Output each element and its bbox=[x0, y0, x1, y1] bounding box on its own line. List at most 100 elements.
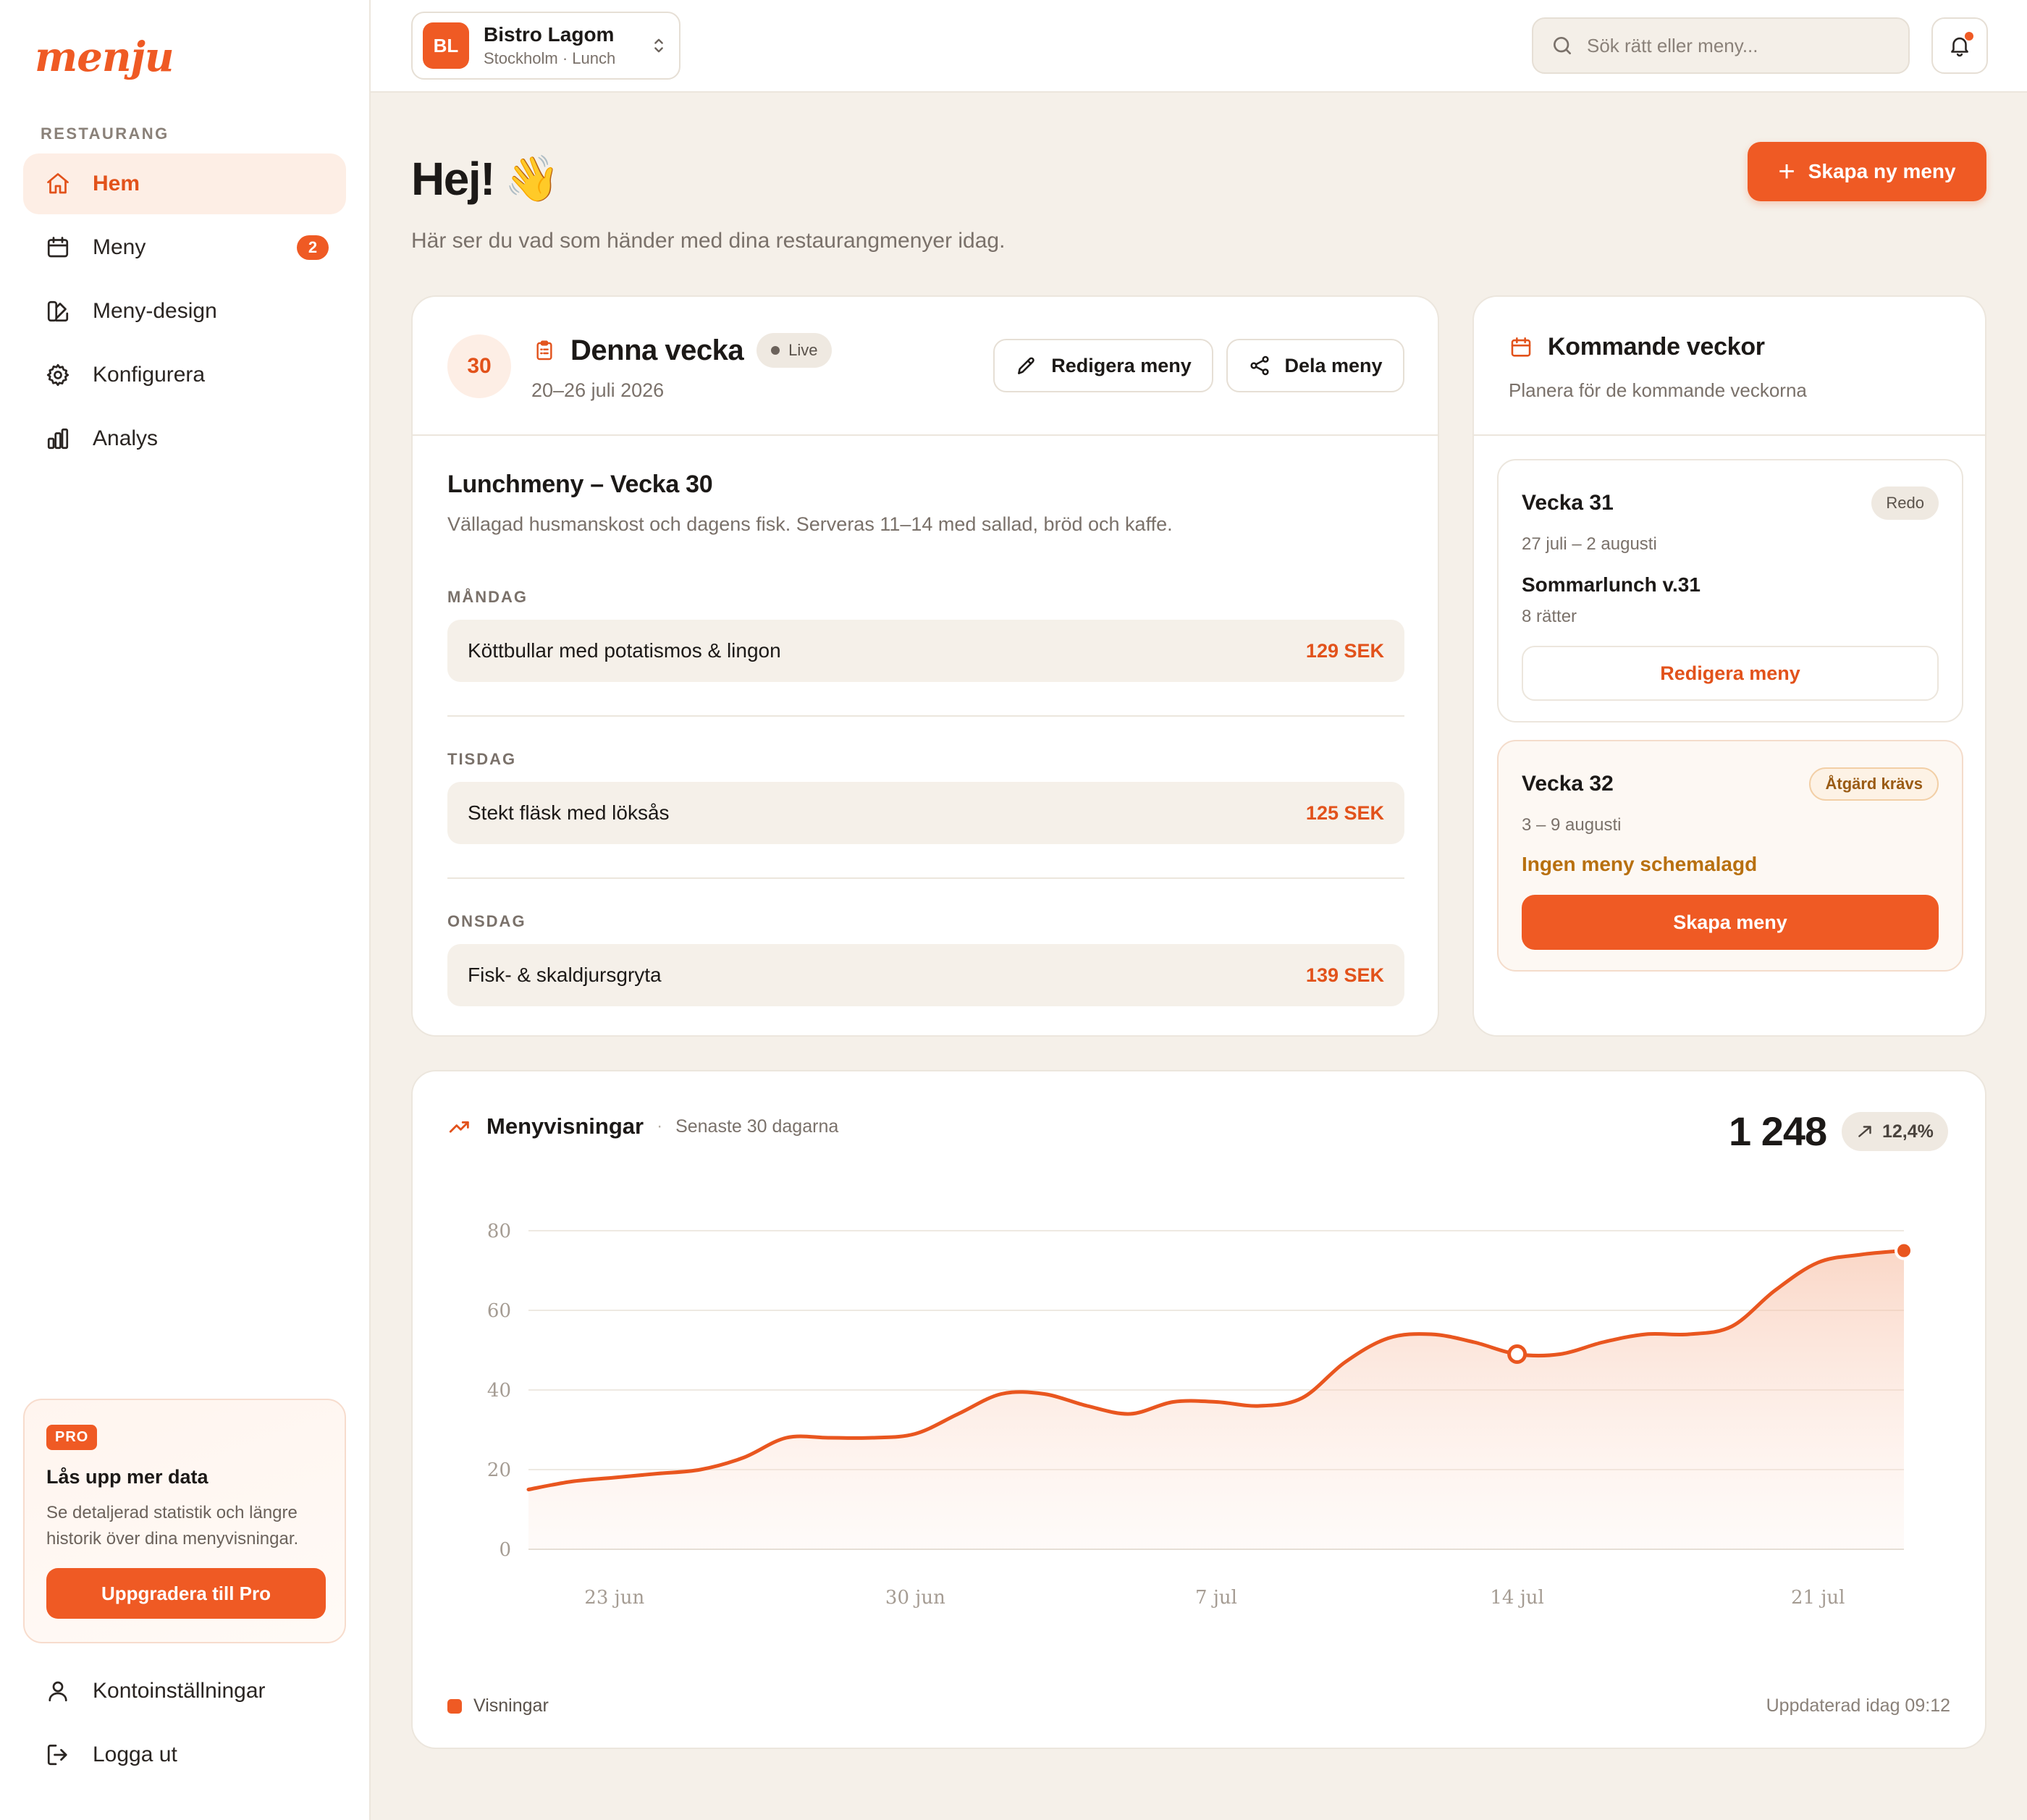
sidebar-bottom: Kontoinställningar Logga ut bbox=[23, 1661, 346, 1788]
search-box[interactable] bbox=[1532, 17, 1910, 74]
pencil-icon bbox=[1018, 357, 1034, 374]
sidebar-item-meny[interactable]: Meny 2 bbox=[23, 217, 346, 278]
week-card-menu-name: Sommarlunch v.31 bbox=[1522, 573, 1701, 596]
calendar-icon bbox=[43, 233, 72, 262]
create-new-menu-label: Skapa ny meny bbox=[1808, 160, 1956, 182]
no-menu-warning: Ingen meny schemalagd bbox=[1522, 853, 1758, 875]
edit-menu-button[interactable]: Redigera meny bbox=[993, 339, 1213, 392]
waving-hand-icon: 👋 bbox=[504, 153, 560, 204]
share-menu-label: Dela meny bbox=[1284, 354, 1383, 376]
sidebar-item-logga-ut[interactable]: Logga ut bbox=[23, 1724, 346, 1785]
x-tick-label: 23 jun bbox=[584, 1587, 644, 1609]
total-views: 1 248 bbox=[1729, 1108, 1827, 1154]
palette-icon bbox=[43, 297, 72, 326]
menju-logo[interactable]: menju bbox=[35, 33, 174, 81]
edit-menu-label: Redigera meny bbox=[1051, 354, 1192, 376]
sidebar-item-konfigurera[interactable]: Konfigurera bbox=[23, 345, 346, 405]
search-icon bbox=[1554, 37, 1571, 54]
edit-menu-button[interactable]: Redigera meny bbox=[1522, 646, 1939, 701]
sidebar-item-label: Analys bbox=[93, 426, 159, 450]
trending-up-icon bbox=[449, 1121, 469, 1133]
menu-body: Lunchmeny – Vecka 30 Vällagad husmanskos… bbox=[447, 471, 1404, 1006]
restaurant-info: Bistro Lagom Stockholm · Lunch bbox=[484, 23, 649, 68]
trend-badge: 12,4% bbox=[1842, 1112, 1948, 1151]
sidebar-item-kontoinstallningar[interactable]: Kontoinställningar bbox=[23, 1661, 346, 1722]
chart-title-row: Menyvisningar · Senaste 30 dagarna bbox=[447, 1113, 838, 1139]
pro-description: Se detaljerad statistik och längre histo… bbox=[46, 1503, 299, 1549]
upcoming-title: Kommande veckor bbox=[1548, 333, 1765, 361]
sidebar-nav: Hem Meny 2 Meny-design Konfigurera Analy… bbox=[23, 153, 346, 472]
day-label: TISDAG bbox=[447, 750, 517, 768]
this-week-card: 30 Denna vecka Live 20–26 juli 2026 Redi… bbox=[411, 295, 1439, 1037]
week-card-header: Vecka 32 Åtgärd krävs bbox=[1522, 767, 1939, 801]
dish-name: Köttbullar med potatismos & lingon bbox=[468, 639, 781, 662]
status-badge: Live bbox=[757, 333, 833, 368]
week-card-dates: 3 – 9 augusti bbox=[1522, 815, 1622, 835]
dish-name: Stekt fläsk med löksås bbox=[468, 801, 670, 824]
status-badge: Redo bbox=[1871, 486, 1939, 520]
sidebar-item-hem[interactable]: Hem bbox=[23, 153, 346, 214]
logout-icon bbox=[43, 1740, 72, 1769]
upcoming-subtitle: Planera för de kommande veckorna bbox=[1509, 379, 1807, 401]
dish-price: 125 SEK bbox=[1305, 801, 1384, 824]
week-card-title: Vecka 32 bbox=[1522, 772, 1614, 796]
restaurant-subtitle: Stockholm · Lunch bbox=[484, 49, 616, 67]
calendar-icon bbox=[1511, 337, 1531, 357]
upcoming-weeks-card: Kommande veckor Planera för de kommande … bbox=[1472, 295, 1986, 1037]
week-card-dish-count: 8 rätter bbox=[1522, 607, 1577, 626]
sidebar-section-label: RESTAURANG bbox=[41, 125, 169, 143]
trending-up-icon bbox=[1858, 1126, 1871, 1137]
x-tick-label: 7 jul bbox=[1195, 1587, 1237, 1609]
last-updated: Uppdaterad idag 09:12 bbox=[1766, 1695, 1950, 1716]
search-input[interactable] bbox=[1587, 34, 1891, 57]
plus-icon: + bbox=[1778, 156, 1795, 188]
upgrade-to-pro-button[interactable]: Uppgradera till Pro bbox=[46, 1568, 326, 1619]
sidebar-item-label: Kontoinställningar bbox=[93, 1679, 266, 1703]
sidebar-item-meny-design[interactable]: Meny-design bbox=[23, 281, 346, 342]
day-section: ONSDAG Fisk- & skaldjursgryta 139 SEK bbox=[447, 912, 1404, 1006]
week-32-card: Vecka 32 Åtgärd krävs 3 – 9 augusti Inge… bbox=[1497, 740, 1963, 972]
sidebar-item-analys[interactable]: Analys bbox=[23, 408, 346, 469]
week-card-header: Vecka 31 Redo bbox=[1522, 486, 1939, 520]
sidebar: menju RESTAURANG Hem Meny 2 Meny-design bbox=[0, 0, 371, 1820]
latest-point[interactable] bbox=[1895, 1241, 1913, 1260]
highlight-point[interactable] bbox=[1507, 1344, 1527, 1364]
sidebar-item-label: Meny bbox=[93, 235, 146, 259]
x-tick-label: 14 jul bbox=[1490, 1587, 1543, 1609]
y-tick-label: 80 bbox=[487, 1221, 511, 1242]
sidebar-item-label: Konfigurera bbox=[93, 363, 206, 387]
notifications-button[interactable] bbox=[1931, 17, 1988, 74]
status-label: Live bbox=[788, 341, 818, 359]
dish-row[interactable]: Fisk- & skaldjursgryta 139 SEK bbox=[447, 944, 1404, 1006]
day-label: ONSDAG bbox=[447, 912, 526, 930]
home-icon bbox=[43, 169, 72, 198]
x-tick-label: 21 jul bbox=[1791, 1587, 1845, 1609]
share-menu-button[interactable]: Dela meny bbox=[1226, 339, 1404, 392]
menu-title: Lunchmeny – Vecka 30 bbox=[447, 471, 713, 498]
bar-chart-icon bbox=[43, 424, 72, 453]
pro-upgrade-card: PRO Lås upp mer data Se detaljerad stati… bbox=[23, 1399, 346, 1643]
legend-swatch bbox=[447, 1698, 462, 1714]
menu-description: Vällagad husmanskost och dagens fisk. Se… bbox=[447, 513, 1173, 535]
divider bbox=[447, 877, 1404, 879]
dish-row[interactable]: Stekt fläsk med löksås 125 SEK bbox=[447, 782, 1404, 844]
dish-name: Fisk- & skaldjursgryta bbox=[468, 964, 662, 986]
dish-row[interactable]: Köttbullar med potatismos & lingon 129 S… bbox=[447, 620, 1404, 682]
restaurant-switcher[interactable]: BL Bistro Lagom Stockholm · Lunch bbox=[411, 12, 680, 80]
week-title: Denna vecka bbox=[570, 334, 744, 366]
x-tick-label: 30 jun bbox=[885, 1587, 945, 1609]
create-menu-button[interactable]: Skapa meny bbox=[1522, 895, 1939, 950]
greeting-text: Hej! bbox=[411, 153, 495, 205]
day-section: TISDAG Stekt fläsk med löksås 125 SEK bbox=[447, 750, 1404, 844]
week-card-dates: 27 juli – 2 augusti bbox=[1522, 534, 1657, 554]
notification-dot bbox=[1965, 32, 1973, 41]
dish-price: 129 SEK bbox=[1305, 639, 1384, 662]
create-new-menu-button[interactable]: + Skapa ny meny bbox=[1748, 142, 1986, 201]
y-tick-label: 40 bbox=[487, 1380, 511, 1402]
sidebar-item-label: Meny-design bbox=[93, 299, 217, 323]
chart-title: Menyvisningar bbox=[486, 1113, 644, 1139]
sidebar-item-label: Logga ut bbox=[93, 1743, 177, 1766]
week-31-card: Vecka 31 Redo 27 juli – 2 augusti Sommar… bbox=[1497, 459, 1963, 722]
y-tick-label: 0 bbox=[499, 1539, 511, 1561]
upcoming-title-row: Kommande veckor bbox=[1509, 333, 1765, 361]
